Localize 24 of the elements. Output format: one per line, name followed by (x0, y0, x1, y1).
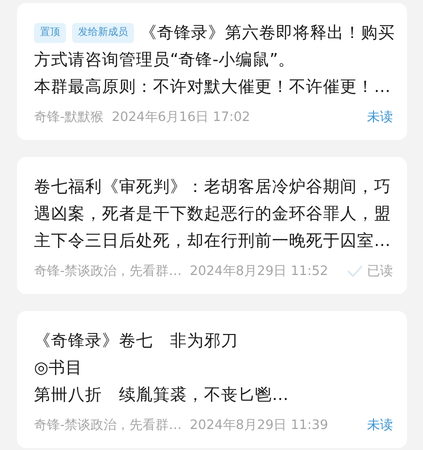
tag-label: 发给新成员 (72, 22, 134, 42)
post-date: 2024年8月29日 11:52 (190, 263, 330, 280)
post-text: 方式请咨询管理员“奇锋-小编鼠”。 (34, 49, 296, 71)
post-card[interactable]: 卷七福利《审死判》：老胡客居冷炉谷期间，巧 遇凶案，死者是干下数起恶行的金环谷罪人，盟 主下令三日后处死，却在行刑前一晚死于囚室… 奇锋-禁谈政治，先看群… 2024年8月29日 11:52 已读 (17, 157, 407, 294)
post-text: ◎书目 (34, 357, 82, 379)
read-status: 未读 (367, 417, 393, 434)
author-name: 奇锋-默默猴 (34, 109, 104, 126)
read-status: 未读 (367, 109, 393, 126)
post-text: 第卌八折 续胤箕裘，不丧匕鬯… (34, 384, 288, 406)
post-card[interactable]: 《奇锋录》卷七 非为邪刀 ◎书目 第卌八折 续胤箕裘，不丧匕鬯… 奇锋-禁谈政治，先看群… 2024年8月29日 11:39 未读 (17, 311, 407, 448)
check-icon (347, 265, 363, 277)
tag-label: 置顶 (34, 22, 66, 42)
post-text: 主下令三日后处死，却在行刑前一晚死于囚室… (34, 230, 390, 252)
post-date: 2024年6月16日 17:02 (112, 109, 252, 126)
post-text: 《奇锋录》第六卷即将释出！购买 (140, 22, 395, 44)
author-name: 奇锋-禁谈政治，先看群… (34, 263, 182, 280)
author-name: 奇锋-禁谈政治，先看群… (34, 417, 182, 434)
read-status: 已读 (367, 263, 393, 280)
post-text: 《奇锋录》卷七 非为邪刀 (34, 330, 238, 352)
post-text: 遇凶案，死者是干下数起恶行的金环谷罪人，盟 (34, 203, 391, 225)
post-date: 2024年8月29日 11:39 (190, 417, 330, 434)
post-text: 卷七福利《审死判》：老胡客居冷炉谷期间，巧 (34, 176, 391, 198)
post-card[interactable]: 置顶 发给新成员 《奇锋录》第六卷即将释出！购买 方式请咨询管理员“奇锋-小编鼠”。 本群最高原则：不许对默大催更！不许催更！… 奇锋-默默猴 2024年6月16日 17:02 未读 (17, 3, 407, 140)
post-text: 本群最高原则：不许对默大催更！不许催更！… (34, 76, 390, 98)
